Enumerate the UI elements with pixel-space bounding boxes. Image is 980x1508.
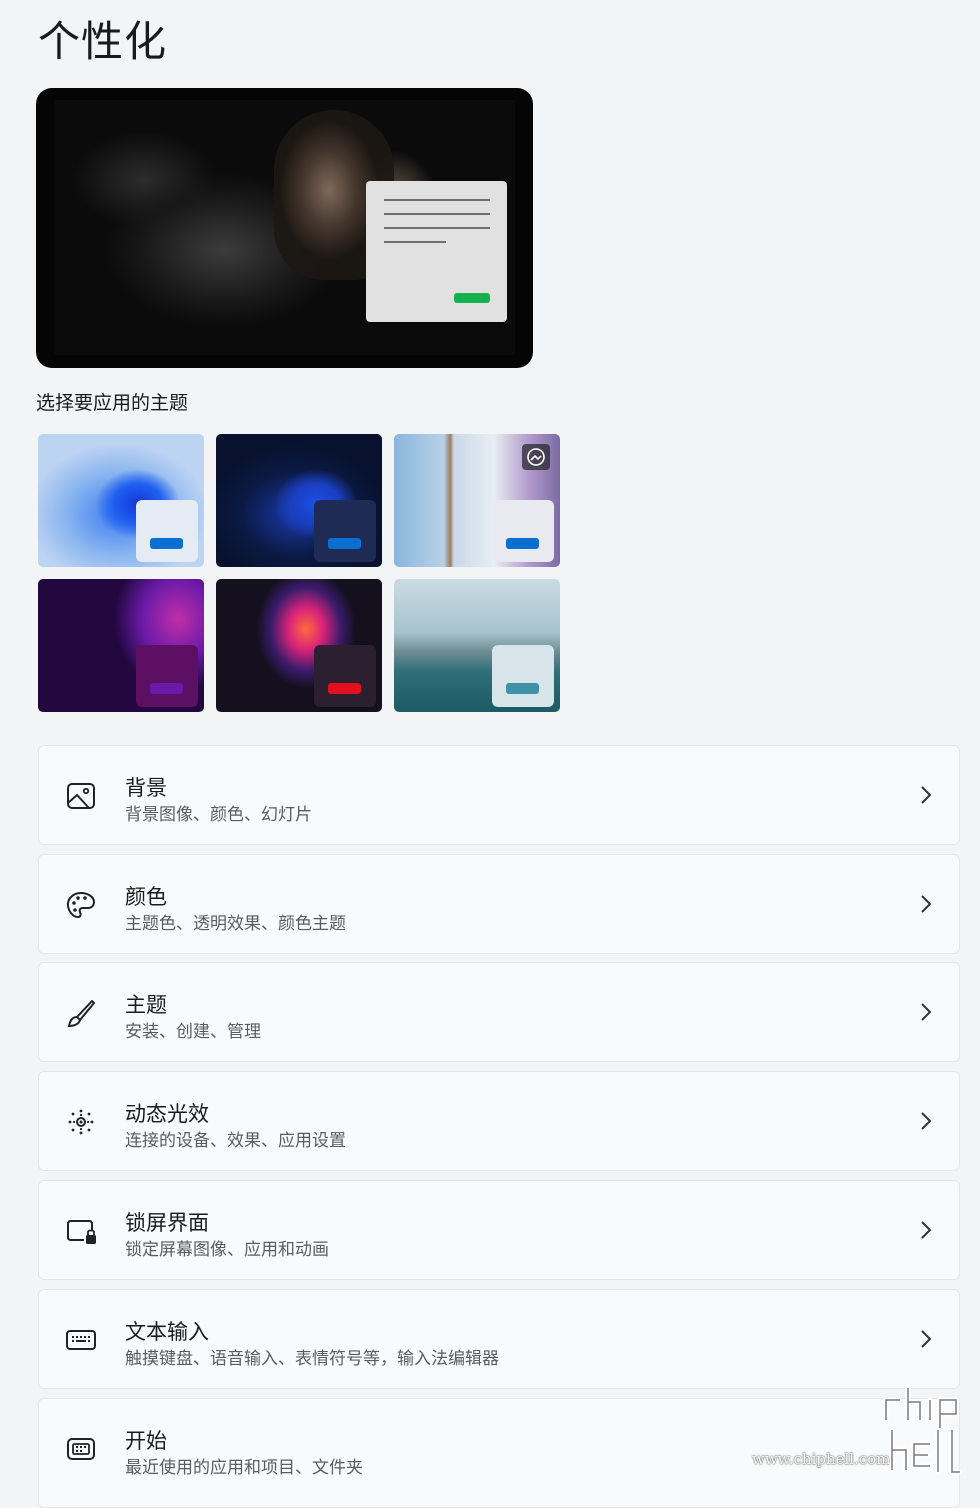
setting-subtitle: 锁定屏幕图像、应用和动画 [125,1240,329,1260]
setting-dynamic-lighting[interactable]: 动态光效 连接的设备、效果、应用设置 [38,1071,960,1171]
page-title: 个性化 [38,17,168,66]
theme-tile-spotlight[interactable] [394,434,560,567]
theme-accent-bar [328,683,361,694]
theme-mini-window [492,645,554,707]
theme-tile-light[interactable] [38,434,204,567]
setting-title: 动态光效 [125,1102,209,1126]
theme-tile-dark[interactable] [216,434,382,567]
setting-lock-screen[interactable]: 锁屏界面 锁定屏幕图像、应用和动画 [38,1180,960,1280]
preview-accent-button [454,293,490,303]
setting-colors[interactable]: 颜色 主题色、透明效果、颜色主题 [38,854,960,954]
theme-mini-window [314,645,376,707]
theme-accent-bar [150,683,183,694]
setting-subtitle: 触摸键盘、语音输入、表情符号等，输入法编辑器 [125,1349,499,1369]
palette-icon [66,891,96,919]
setting-themes[interactable]: 主题 安装、创建、管理 [38,962,960,1062]
theme-tile-flow[interactable] [394,579,560,712]
theme-accent-bar [150,538,183,549]
theme-accent-bar [506,683,539,694]
image-icon [67,783,95,809]
setting-title: 主题 [125,993,167,1017]
dynamic-lighting-icon [68,1109,94,1135]
lock-screen-icon [67,1220,96,1244]
theme-mini-window [136,645,198,707]
theme-mini-window [314,500,376,562]
setting-subtitle: 连接的设备、效果、应用设置 [125,1131,346,1151]
chevron-right-icon [921,895,932,913]
chiphell-logo [883,1385,963,1475]
chevron-right-icon [921,1112,932,1130]
keyboard-icon [66,1330,96,1350]
chevron-right-icon [921,1330,932,1348]
setting-subtitle: 安装、创建、管理 [125,1022,261,1042]
setting-text-input[interactable]: 文本输入 触摸键盘、语音输入、表情符号等，输入法编辑器 [38,1289,960,1389]
theme-accent-bar [328,538,361,549]
preview-window [366,181,507,322]
theme-tile-captured-motion[interactable] [216,579,382,712]
spotlight-icon [522,444,550,470]
theme-mini-window [492,500,554,562]
theme-accent-bar [506,538,539,549]
setting-background[interactable]: 背景 背景图像、颜色、幻灯片 [38,745,960,845]
brush-icon [67,1000,95,1028]
theme-tile-glow[interactable] [38,579,204,712]
theme-preview [36,88,533,368]
theme-mini-window [136,500,198,562]
setting-subtitle: 最近使用的应用和项目、文件夹 [125,1458,363,1478]
setting-subtitle: 主题色、透明效果、颜色主题 [125,914,346,934]
watermark-text: www.chiphell.com [752,1450,891,1468]
chevron-right-icon [921,1221,932,1239]
setting-title: 锁屏界面 [125,1211,209,1235]
start-icon [67,1438,95,1460]
setting-title: 文本输入 [125,1320,209,1344]
setting-title: 颜色 [125,885,167,909]
chevron-right-icon [921,1003,932,1021]
setting-title: 开始 [125,1429,167,1453]
theme-section-label: 选择要应用的主题 [36,392,189,414]
setting-subtitle: 背景图像、颜色、幻灯片 [125,805,312,825]
setting-title: 背景 [125,776,167,800]
chevron-right-icon [921,786,932,804]
